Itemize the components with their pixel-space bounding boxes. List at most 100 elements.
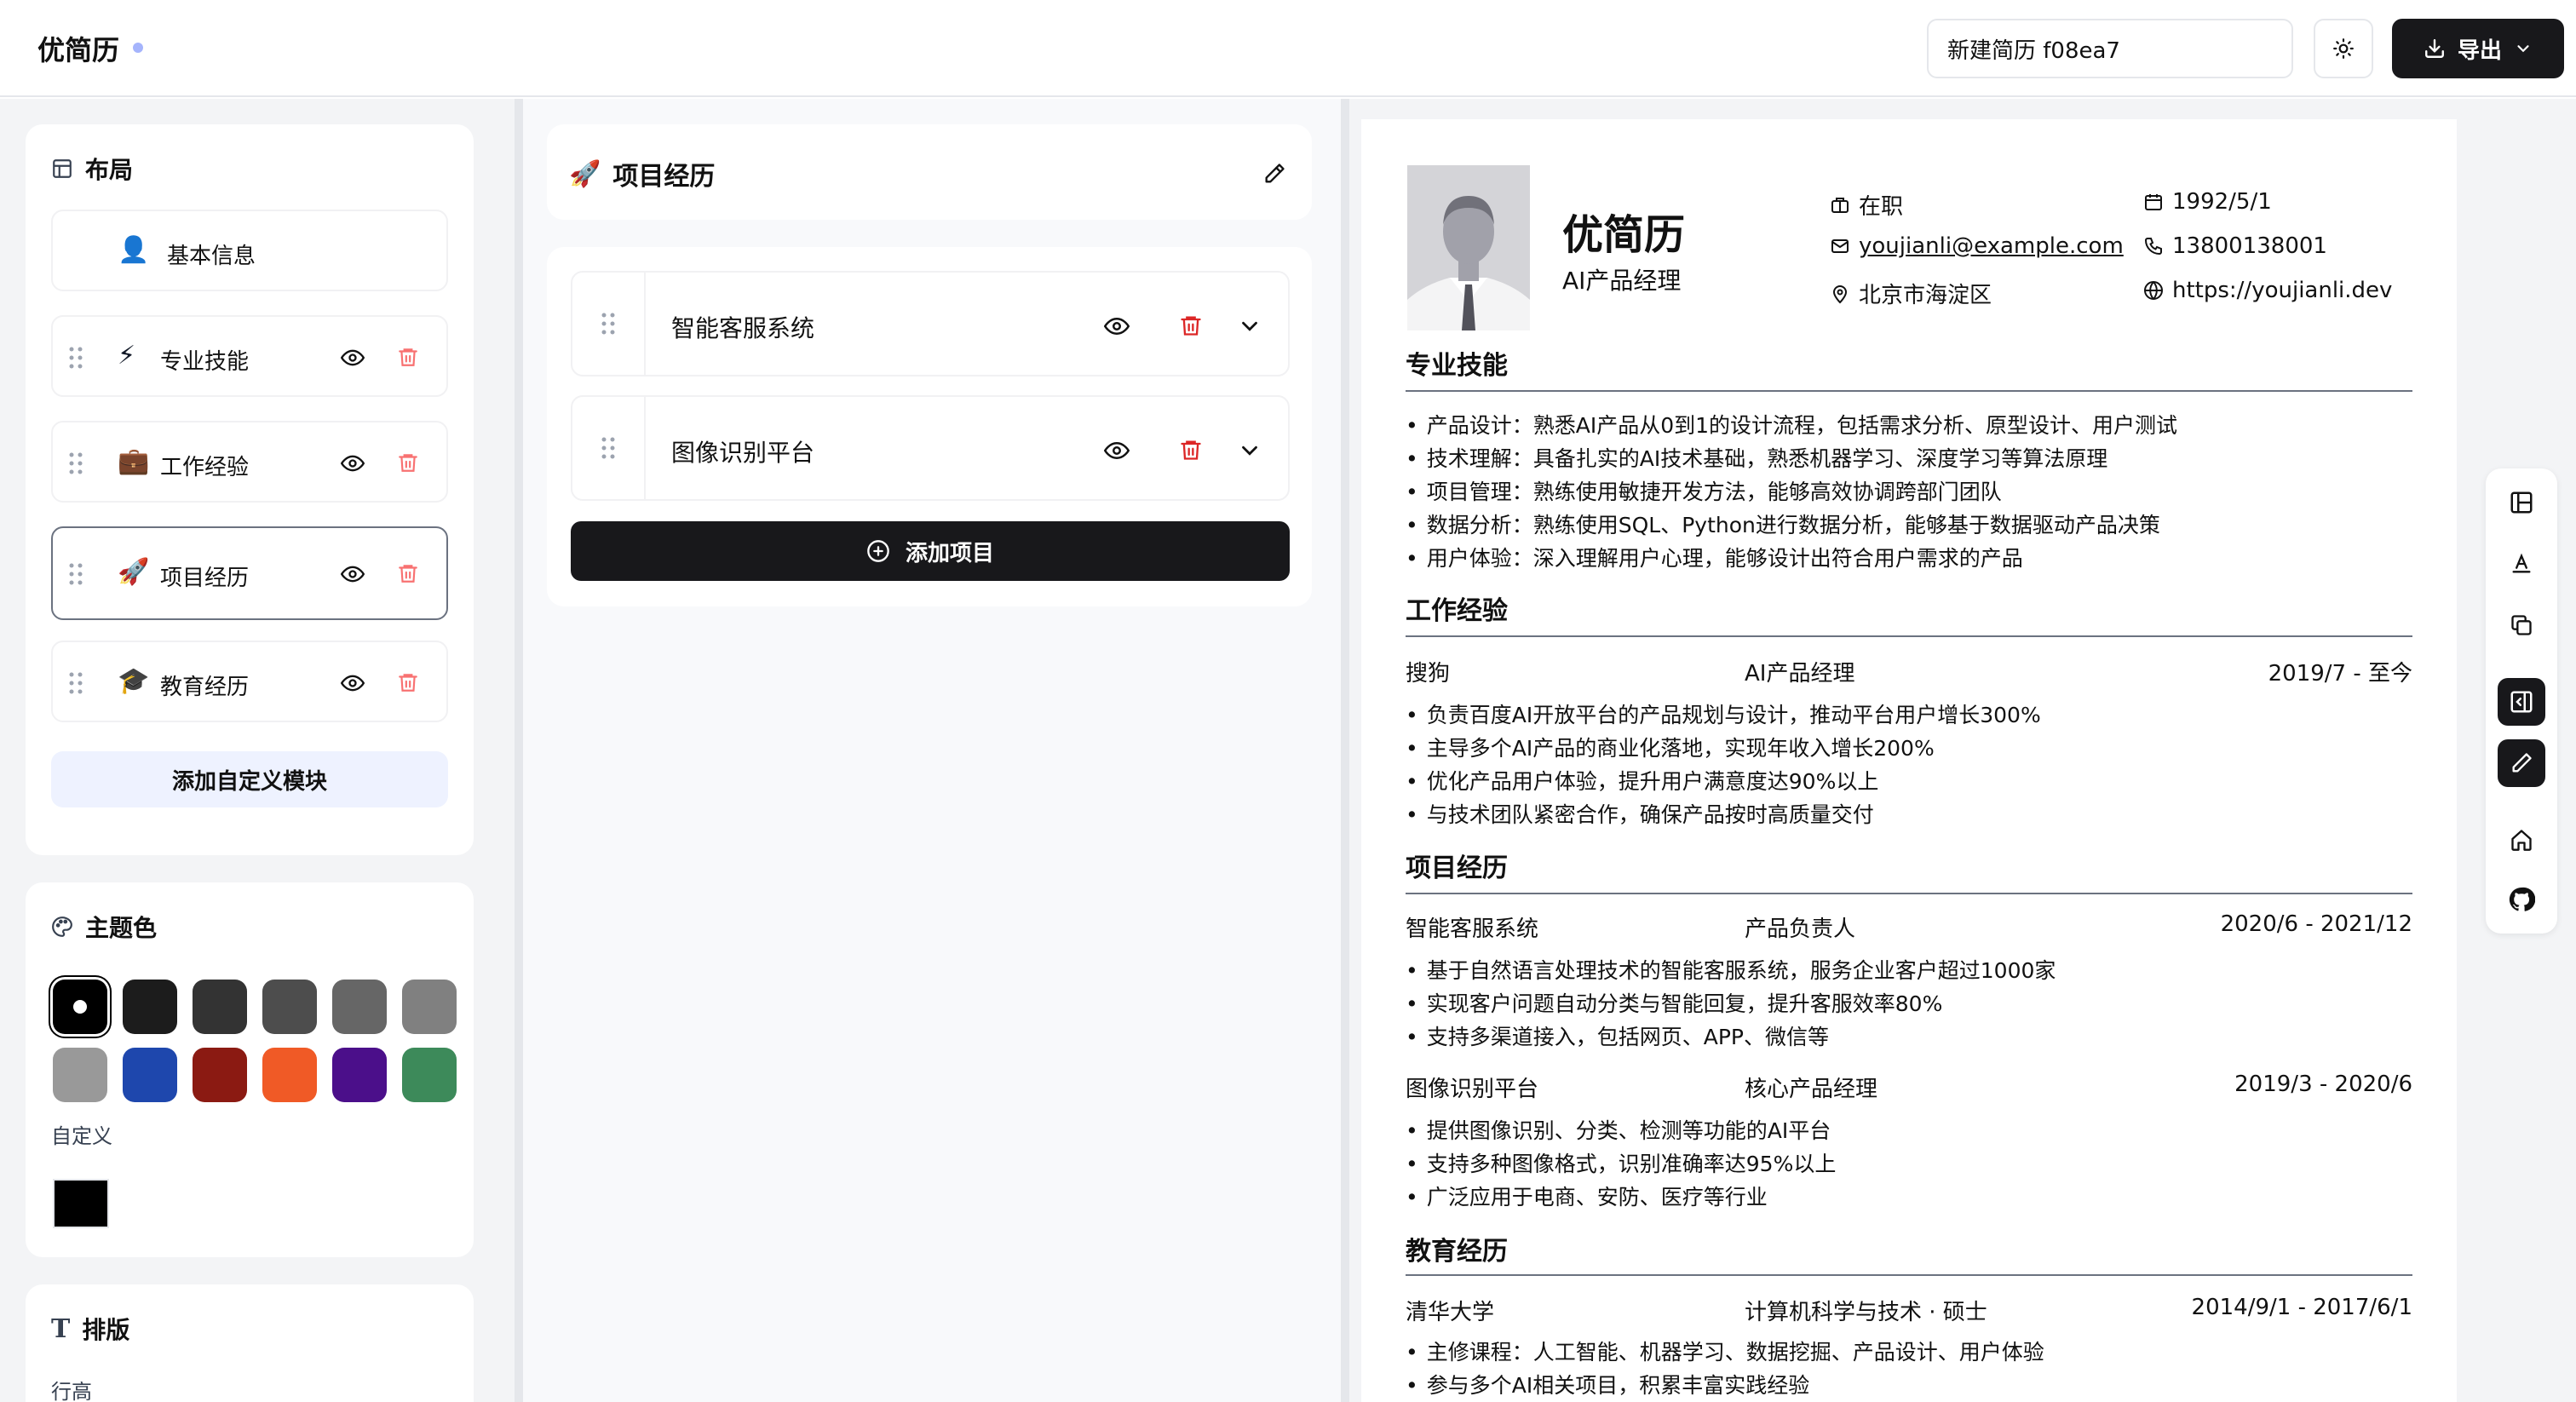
add-project-button[interactable]: 添加项目 — [571, 521, 1290, 581]
project-entry-header: 智能客服系统 产品负责人 2020/6 - 2021/12 — [1406, 911, 2412, 942]
color-swatch[interactable] — [53, 1048, 107, 1102]
eye-icon[interactable] — [1104, 313, 1130, 339]
trash-icon[interactable] — [397, 560, 419, 586]
profile-photo — [1407, 165, 1530, 330]
avatar-icon — [1407, 165, 1530, 330]
drag-handle[interactable] — [572, 397, 646, 499]
custom-color-label: 自定义 — [51, 1124, 112, 1148]
type-icon: T — [51, 1313, 71, 1344]
module-education[interactable]: 🎓 教育经历 — [51, 641, 448, 722]
resume-name: 优简历 — [1562, 211, 1686, 259]
panel-left-icon — [2510, 691, 2533, 713]
color-swatch[interactable] — [402, 1048, 457, 1102]
mail-icon — [1831, 239, 1849, 253]
work-list: 负责百度AI开放平台的产品规划与设计，推动平台用户增长300% 主导多个AI产品… — [1406, 698, 2041, 831]
drag-handle-icon[interactable] — [68, 671, 83, 695]
github-button[interactable] — [2498, 876, 2545, 923]
pencil-icon[interactable] — [1262, 162, 1286, 186]
theme-color-title: 主题色 — [51, 910, 157, 944]
drag-handle-icon[interactable] — [68, 346, 83, 370]
eye-icon[interactable] — [341, 451, 365, 475]
info-birthday: 1992/5/1 — [2143, 189, 2272, 215]
logo-dot — [133, 43, 143, 53]
eye-icon[interactable] — [1104, 438, 1130, 463]
calendar-icon — [2145, 194, 2162, 210]
color-swatch[interactable] — [123, 1048, 177, 1102]
layout-card-title: 布局 — [51, 152, 133, 186]
globe-icon — [2144, 281, 2163, 300]
export-label: 导出 — [2457, 37, 2502, 64]
theme-toggle-button[interactable] — [2314, 19, 2373, 78]
drag-handle-icon[interactable] — [68, 562, 83, 586]
app-logo[interactable]: 优简历 — [37, 29, 119, 68]
layout-icon — [53, 159, 72, 178]
list-item: 支持多种图像格式，识别准确率达95%以上 — [1406, 1147, 1837, 1181]
color-swatch[interactable] — [193, 980, 247, 1034]
trash-icon[interactable] — [397, 450, 419, 475]
project-name: 图像识别平台 — [671, 439, 815, 467]
date-range: 2019/3 - 2020/6 — [2234, 1072, 2412, 1097]
color-swatch[interactable] — [332, 1048, 387, 1102]
home-button[interactable] — [2498, 816, 2545, 864]
module-skills[interactable]: ⚡ 专业技能 — [51, 315, 448, 397]
color-swatch[interactable] — [123, 980, 177, 1034]
chevron-down-icon[interactable] — [1237, 313, 1262, 339]
custom-color-picker[interactable] — [53, 1179, 109, 1228]
info-location: 北京市海淀区 — [1830, 278, 1992, 309]
eye-icon[interactable] — [341, 671, 365, 695]
trash-icon[interactable] — [1179, 312, 1203, 339]
line-height-label: 行高 — [51, 1380, 92, 1402]
pencil-icon — [2512, 753, 2532, 773]
resume-title-input[interactable] — [1927, 19, 2293, 78]
info-email[interactable]: youjianli@example.com — [1830, 233, 2124, 259]
layout-toggle-button[interactable] — [2498, 479, 2545, 526]
color-swatch[interactable] — [53, 980, 107, 1034]
chevron-down-icon[interactable] — [1237, 438, 1262, 463]
module-projects[interactable]: 🚀 项目经历 — [51, 526, 448, 620]
trash-icon[interactable] — [397, 344, 419, 370]
drag-handle[interactable] — [572, 273, 646, 375]
eye-icon[interactable] — [341, 346, 365, 370]
project-item[interactable]: 图像识别平台 — [571, 395, 1290, 501]
add-custom-module-button[interactable]: 添加自定义模块 — [51, 751, 448, 807]
info-phone: 13800138001 — [2143, 233, 2327, 259]
list-item: 支持多渠道接入，包括网页、APP、微信等 — [1406, 1020, 2056, 1054]
color-swatch[interactable] — [332, 980, 387, 1034]
color-swatch[interactable] — [402, 980, 457, 1034]
github-icon — [2509, 887, 2535, 911]
module-label: 基本信息 — [167, 244, 256, 269]
copy-button[interactable] — [2498, 601, 2545, 649]
sidebar-collapse-button[interactable] — [2498, 678, 2545, 726]
home-icon — [2511, 830, 2532, 851]
module-basic-info[interactable]: 👤 基本信息 — [51, 210, 448, 291]
project-name: 智能客服系统 — [671, 314, 815, 342]
edit-mode-button[interactable] — [2498, 739, 2545, 787]
list-item: 提供图像识别、分类、检测等功能的AI平台 — [1406, 1114, 1836, 1147]
font-button[interactable] — [2498, 540, 2545, 588]
panel-layout-icon — [2510, 491, 2533, 514]
project-item[interactable]: 智能客服系统 — [571, 271, 1290, 376]
trash-icon[interactable] — [397, 669, 419, 695]
color-swatch[interactable] — [193, 1048, 247, 1102]
list-item: 实现客户问题自动分类与智能回复，提升客服效率80% — [1406, 987, 2056, 1020]
project-list: 基于自然语言处理技术的智能客服系统，服务企业客户超过1000家 实现客户问题自动… — [1406, 954, 2056, 1054]
module-work[interactable]: 💼 工作经验 — [51, 421, 448, 503]
drag-handle-icon[interactable] — [68, 451, 83, 475]
panel-resizer-left[interactable] — [515, 99, 523, 1402]
rocket-icon: 🚀 — [569, 158, 601, 189]
export-button[interactable]: 导出 — [2392, 19, 2564, 78]
list-item: 技术理解：具备扎实的AI技术基础，熟悉机器学习、深度学习等算法原理 — [1406, 442, 2177, 475]
info-status: 在职 — [1830, 189, 1903, 221]
color-swatch[interactable] — [262, 980, 317, 1034]
list-item: 产品设计：熟悉AI产品从0到1的设计流程，包括需求分析、原型设计、用户测试 — [1406, 409, 2177, 442]
section-divider — [1406, 635, 2412, 637]
eye-icon[interactable] — [341, 562, 365, 586]
panel-resizer-right[interactable] — [1341, 99, 1349, 1402]
list-item: 基于自然语言处理技术的智能客服系统，服务企业客户超过1000家 — [1406, 954, 2056, 987]
drag-handle-icon — [601, 437, 615, 459]
project-list: 提供图像识别、分类、检测等功能的AI平台 支持多种图像格式，识别准确率达95%以… — [1406, 1114, 1837, 1214]
trash-icon[interactable] — [1179, 436, 1203, 463]
color-swatch[interactable] — [262, 1048, 317, 1102]
preview-toolbar — [2486, 468, 2557, 934]
project-name: 图像识别平台 — [1406, 1077, 1539, 1102]
